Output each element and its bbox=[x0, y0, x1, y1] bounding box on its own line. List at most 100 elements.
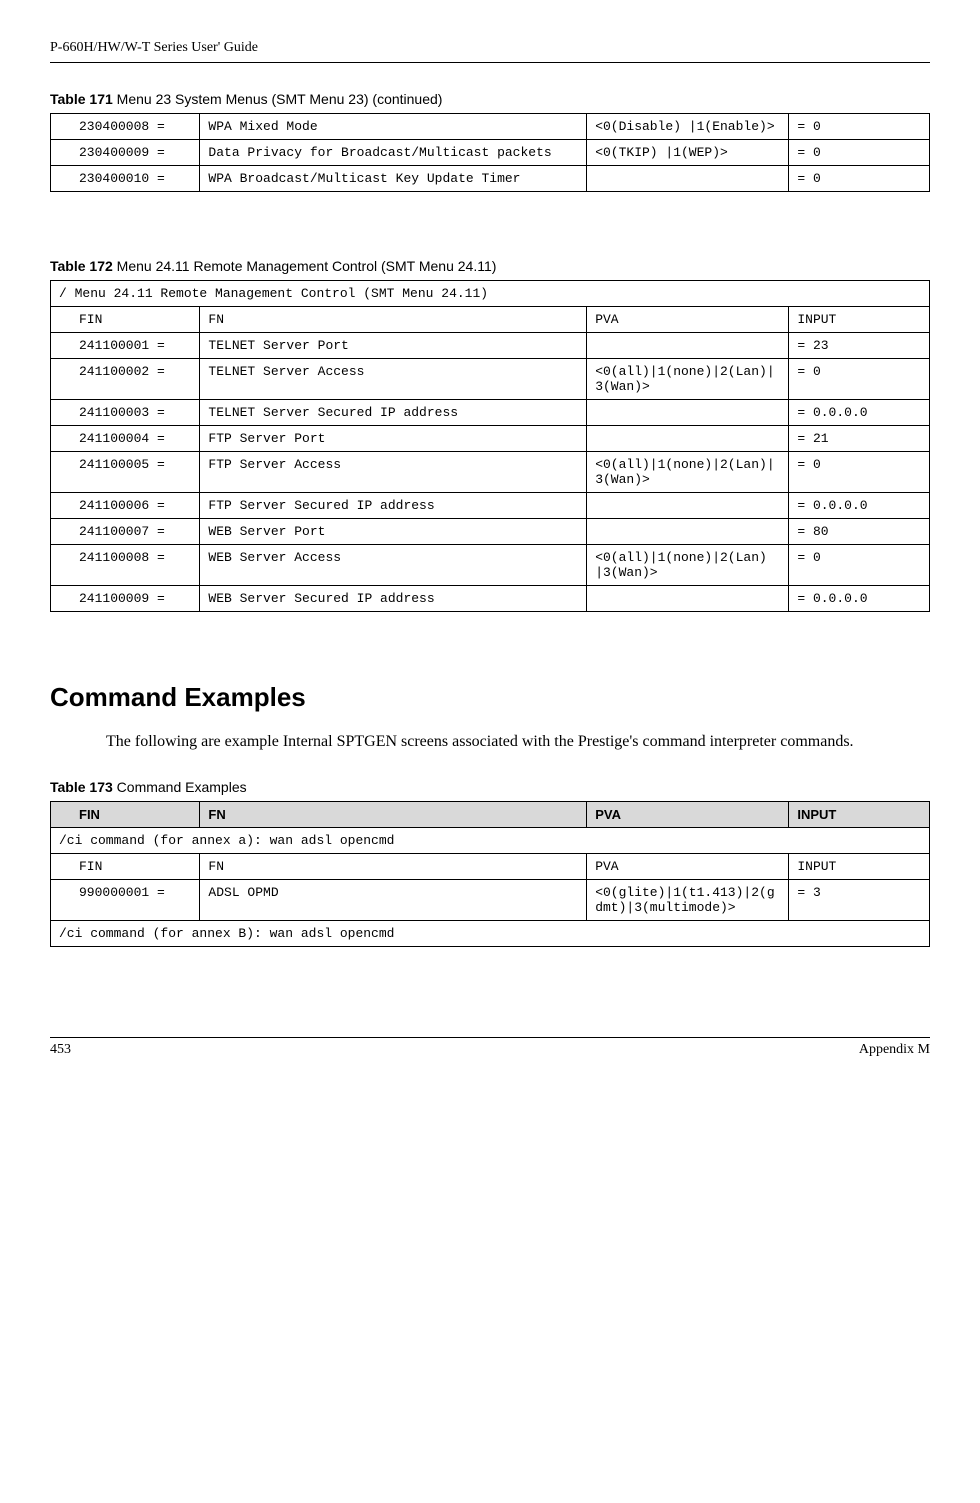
cell-span: /ci command (for annex a): wan adsl open… bbox=[51, 827, 930, 853]
table-row: 241100009 = WEB Server Secured IP addres… bbox=[51, 586, 930, 612]
cell-fin: 241100002 = bbox=[51, 359, 200, 400]
cell-fn: WEB Server Secured IP address bbox=[200, 586, 587, 612]
table-row: 241100001 = TELNET Server Port = 23 bbox=[51, 333, 930, 359]
table-row: 230400008 = WPA Mixed Mode <0(Disable) |… bbox=[51, 114, 930, 140]
head-input: INPUT bbox=[789, 801, 930, 827]
cell-fn: TELNET Server Access bbox=[200, 359, 587, 400]
subhead-pva: PVA bbox=[587, 853, 789, 879]
section-heading: Command Examples bbox=[50, 682, 930, 713]
cell-pva bbox=[587, 493, 789, 519]
table-row: 241100004 = FTP Server Port = 21 bbox=[51, 426, 930, 452]
table-row: 241100006 = FTP Server Secured IP addres… bbox=[51, 493, 930, 519]
cell-pva: <0(Disable) |1(Enable)> bbox=[587, 114, 789, 140]
cell-input: = 23 bbox=[789, 333, 930, 359]
cell-fn: FTP Server Access bbox=[200, 452, 587, 493]
cell-input: = 0 bbox=[789, 452, 930, 493]
footer-appendix: Appendix M bbox=[859, 1042, 930, 1058]
head-fn: FN bbox=[200, 307, 587, 333]
cell-input: = 80 bbox=[789, 519, 930, 545]
cell-pva bbox=[587, 426, 789, 452]
cell-pva bbox=[587, 586, 789, 612]
cell-pva bbox=[587, 400, 789, 426]
table-row: 230400009 = Data Privacy for Broadcast/M… bbox=[51, 140, 930, 166]
cell-input: = 0 bbox=[789, 359, 930, 400]
document-header: P-660H/HW/W-T Series User' Guide bbox=[50, 40, 930, 56]
header-rule bbox=[50, 62, 930, 63]
table171: 230400008 = WPA Mixed Mode <0(Disable) |… bbox=[50, 113, 930, 192]
table171-caption-rest: Menu 23 System Menus (SMT Menu 23) (cont… bbox=[113, 91, 443, 107]
table-row: 241100003 = TELNET Server Secured IP add… bbox=[51, 400, 930, 426]
table-row: 241100007 = WEB Server Port = 80 bbox=[51, 519, 930, 545]
cell-fn: WEB Server Port bbox=[200, 519, 587, 545]
cell-fin: 230400009 = bbox=[51, 140, 200, 166]
table172-caption-prefix: Table 172 bbox=[50, 258, 113, 274]
table-subhead-row: FIN FN PVA INPUT bbox=[51, 853, 930, 879]
cell-fn: WPA Mixed Mode bbox=[200, 114, 587, 140]
table-row: 241100005 = FTP Server Access <0(all)|1(… bbox=[51, 452, 930, 493]
cell-fn: FTP Server Port bbox=[200, 426, 587, 452]
cell-pva: <0(all)|1(none)|2(Lan)|3(Wan)> bbox=[587, 452, 789, 493]
cell-fn: WEB Server Access bbox=[200, 545, 587, 586]
cell-input: = 0 bbox=[789, 545, 930, 586]
table-row: 990000001 = ADSL OPMD <0(glite)|1(t1.413… bbox=[51, 879, 930, 920]
cell-pva: <0(glite)|1(t1.413)|2(gdmt)|3(multimode)… bbox=[587, 879, 789, 920]
cell-input: = 0.0.0.0 bbox=[789, 400, 930, 426]
cell-input: = 0 bbox=[789, 166, 930, 192]
table173-caption-rest: Command Examples bbox=[113, 779, 247, 795]
cell-fin: 241100005 = bbox=[51, 452, 200, 493]
page-footer: 453 Appendix M bbox=[50, 1037, 930, 1058]
cell-pva bbox=[587, 519, 789, 545]
table-span-row: /ci command (for annex a): wan adsl open… bbox=[51, 827, 930, 853]
table172-caption-rest: Menu 24.11 Remote Management Control (SM… bbox=[113, 258, 497, 274]
subhead-input: INPUT bbox=[789, 853, 930, 879]
table-head-row: FIN FN PVA INPUT bbox=[51, 801, 930, 827]
cell-input: = 0.0.0.0 bbox=[789, 586, 930, 612]
table172: / Menu 24.11 Remote Management Control (… bbox=[50, 280, 930, 612]
cell-fn: WPA Broadcast/Multicast Key Update Timer bbox=[200, 166, 587, 192]
table173-caption-prefix: Table 173 bbox=[50, 779, 113, 795]
cell-fin: 241100003 = bbox=[51, 400, 200, 426]
cell-fin: 241100001 = bbox=[51, 333, 200, 359]
table-head-row: FIN FN PVA INPUT bbox=[51, 307, 930, 333]
cell-fn: TELNET Server Port bbox=[200, 333, 587, 359]
table-row: 241100008 = WEB Server Access <0(all)|1(… bbox=[51, 545, 930, 586]
cell-fin: 241100004 = bbox=[51, 426, 200, 452]
cell-fin: 241100007 = bbox=[51, 519, 200, 545]
cell-fn: ADSL OPMD bbox=[200, 879, 587, 920]
table172-caption: Table 172 Menu 24.11 Remote Management C… bbox=[50, 258, 930, 274]
cell-span: /ci command (for annex B): wan adsl open… bbox=[51, 920, 930, 946]
table-span-row: /ci command (for annex B): wan adsl open… bbox=[51, 920, 930, 946]
head-pva: PVA bbox=[587, 307, 789, 333]
table-row: 230400010 = WPA Broadcast/Multicast Key … bbox=[51, 166, 930, 192]
cell-input: = 0.0.0.0 bbox=[789, 493, 930, 519]
cell-fin: 241100009 = bbox=[51, 586, 200, 612]
cell-pva bbox=[587, 166, 789, 192]
head-fin: FIN bbox=[51, 801, 200, 827]
cell-pva: <0(all)|1(none)|2(Lan) |3(Wan)> bbox=[587, 545, 789, 586]
cell-fn: TELNET Server Secured IP address bbox=[200, 400, 587, 426]
cell-input: = 21 bbox=[789, 426, 930, 452]
table173: FIN FN PVA INPUT /ci command (for annex … bbox=[50, 801, 930, 947]
cell-pva: <0(all)|1(none)|2(Lan)|3(Wan)> bbox=[587, 359, 789, 400]
head-fn: FN bbox=[200, 801, 587, 827]
table171-caption-prefix: Table 171 bbox=[50, 91, 113, 107]
cell-title: / Menu 24.11 Remote Management Control (… bbox=[51, 281, 930, 307]
table171-caption: Table 171 Menu 23 System Menus (SMT Menu… bbox=[50, 91, 930, 107]
cell-fn: FTP Server Secured IP address bbox=[200, 493, 587, 519]
table-title-row: / Menu 24.11 Remote Management Control (… bbox=[51, 281, 930, 307]
cell-fin: 230400008 = bbox=[51, 114, 200, 140]
head-input: INPUT bbox=[789, 307, 930, 333]
cell-input: = 3 bbox=[789, 879, 930, 920]
head-pva: PVA bbox=[587, 801, 789, 827]
cell-pva bbox=[587, 333, 789, 359]
cell-pva: <0(TKIP) |1(WEP)> bbox=[587, 140, 789, 166]
subhead-fn: FN bbox=[200, 853, 587, 879]
head-fin: FIN bbox=[51, 307, 200, 333]
footer-page-number: 453 bbox=[50, 1042, 71, 1058]
cell-fn: Data Privacy for Broadcast/Multicast pac… bbox=[200, 140, 587, 166]
table173-caption: Table 173 Command Examples bbox=[50, 779, 930, 795]
table-row: 241100002 = TELNET Server Access <0(all)… bbox=[51, 359, 930, 400]
cell-fin: 990000001 = bbox=[51, 879, 200, 920]
cell-input: = 0 bbox=[789, 140, 930, 166]
cell-input: = 0 bbox=[789, 114, 930, 140]
